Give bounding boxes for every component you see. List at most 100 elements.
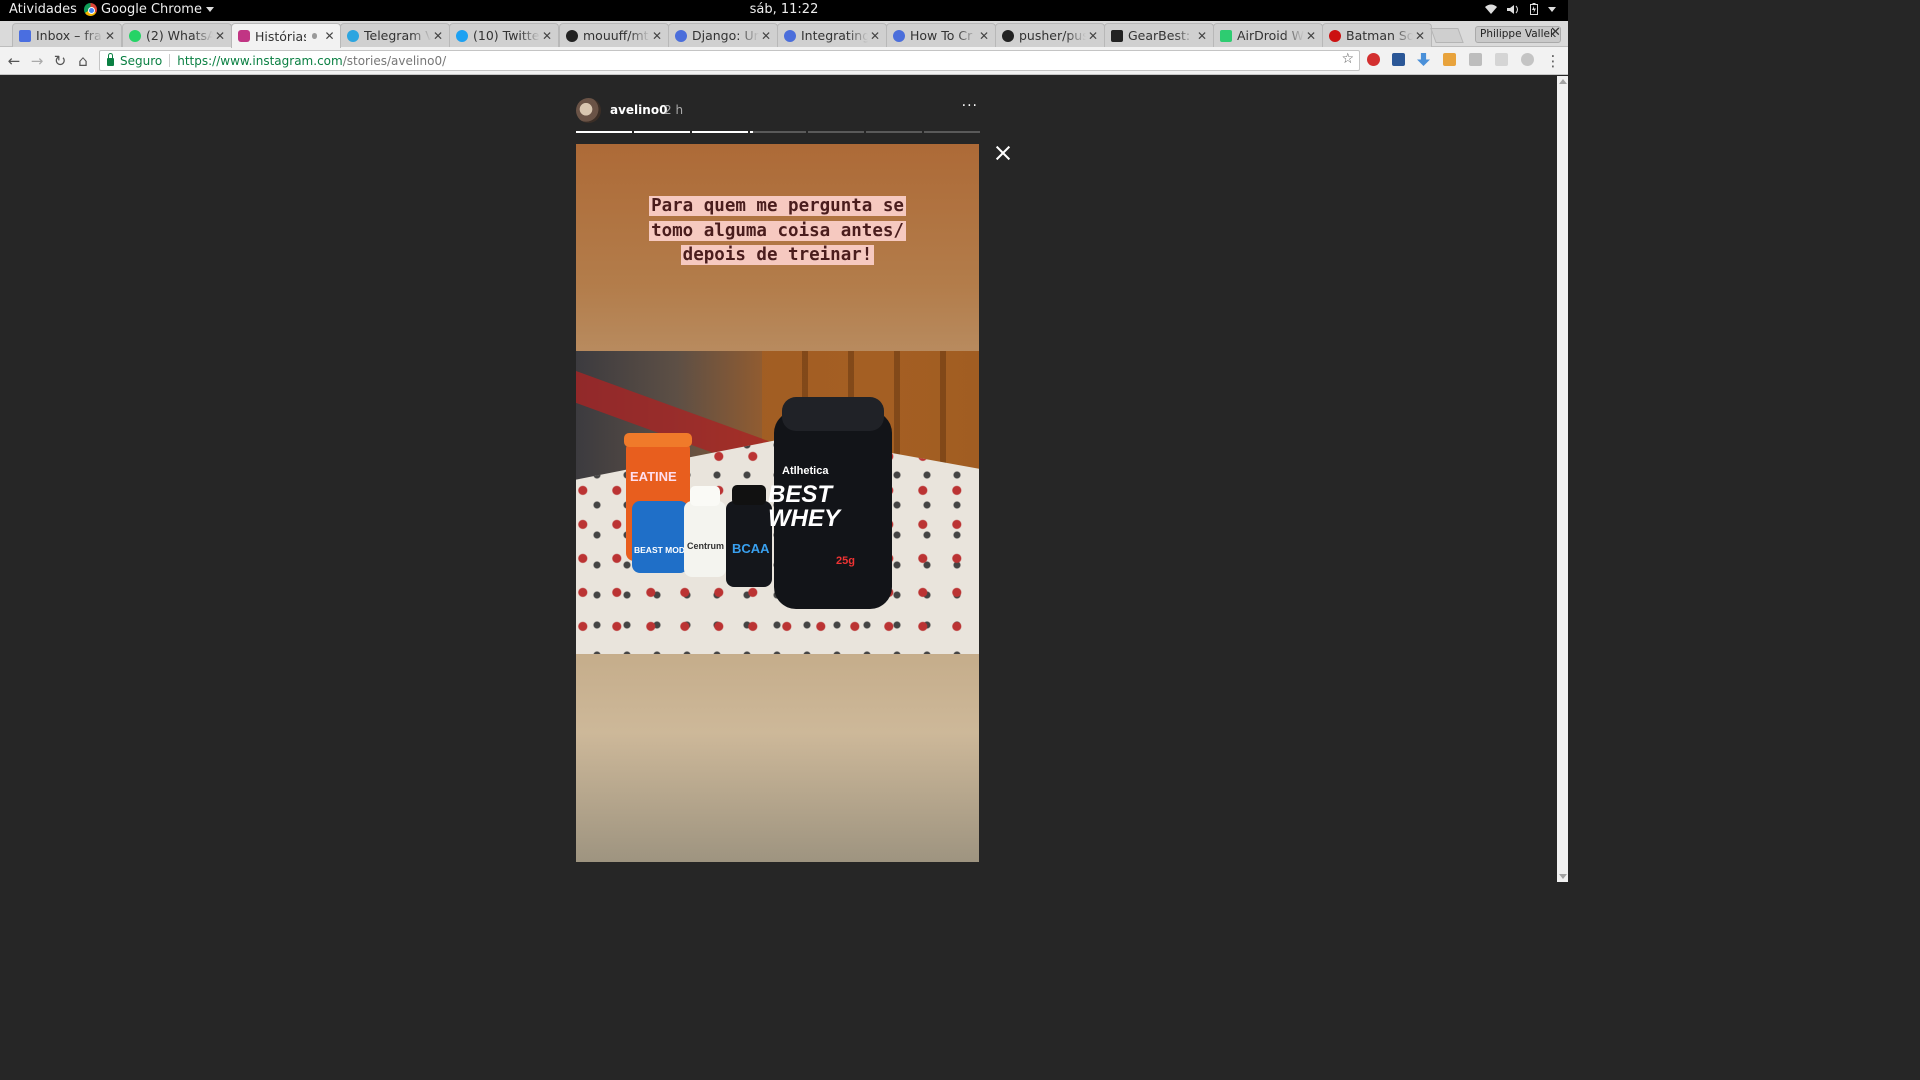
tab-strip: Inbox – fra ✕ (2) WhatsA ✕ Histórias ✕ T… [0,21,1568,48]
address-bar[interactable]: Seguro https://www.instagram.com/stories… [99,50,1360,71]
caption-line: depois de treinar! [680,245,875,265]
app-menu[interactable]: Google Chrome [84,2,214,17]
centrum-bottle: Centrum [684,501,726,577]
story-progress-fill [634,131,690,133]
secure-label: Seguro [120,53,163,68]
close-tab-icon[interactable]: ✕ [1086,29,1100,43]
tab-title: How To Cr [910,28,973,43]
story-header: avelino0 2 h ··· [576,98,980,123]
story-progress-fill [692,131,748,133]
activities-button[interactable]: Atividades [9,2,77,17]
tab[interactable]: GearBest: ✕ [1104,23,1214,47]
system-tray[interactable] [1485,3,1556,15]
reload-icon[interactable]: ↻ [51,52,69,70]
tab-title: GearBest: [1128,28,1191,43]
page-scrollbar[interactable] [1557,76,1568,882]
tab-title: AirDroid W [1237,28,1304,43]
bcaa-bottle: BCAA [726,501,772,587]
close-tab-icon[interactable]: ✕ [1413,29,1427,43]
tab[interactable]: Batman So ✕ [1322,23,1432,47]
close-tab-icon[interactable]: ✕ [103,29,117,43]
key-extension-icon[interactable] [1443,53,1456,66]
back-arrow-icon[interactable]: ← [5,52,23,70]
loading-spinner-icon [675,29,687,42]
close-tab-icon[interactable]: ✕ [1195,29,1209,43]
wifi-icon [1485,4,1497,14]
story-time: 2 h [664,103,684,117]
close-tab-icon[interactable]: ✕ [759,29,773,43]
bcaa-label: BCAA [732,541,770,556]
tab[interactable]: Inbox – fra ✕ [12,23,122,47]
react-devtools-extension-icon[interactable] [1392,53,1405,66]
lock-icon [107,53,114,66]
story-progress-segment [750,131,806,133]
story-caption: Para quem me pergunta se tomo alguma coi… [576,194,979,268]
telegram-icon [347,29,359,42]
tab-title: (2) WhatsA [146,28,213,43]
atlhetica-label: Atlhetica [782,465,829,477]
scroll-up-icon[interactable] [1559,79,1567,84]
extension-icon[interactable] [1495,53,1508,66]
tab[interactable]: pusher/pus ✕ [995,23,1105,47]
story-progress-segment [692,131,748,133]
new-tab-button[interactable] [1430,28,1464,43]
clock[interactable]: sáb, 11:22 [750,2,819,17]
more-options-icon[interactable]: ··· [962,98,978,114]
tab-title: Histórias [255,28,306,44]
beast-mode-jar: BEAST MODE [632,501,691,573]
close-tab-icon[interactable]: ✕ [213,29,227,43]
tab[interactable]: (2) WhatsA ✕ [122,23,232,47]
window-close-icon[interactable]: ✕ [1550,25,1561,40]
tab[interactable]: AirDroid W ✕ [1213,23,1323,47]
close-tab-icon[interactable]: ✕ [868,29,882,43]
close-tab-icon[interactable]: ✕ [540,29,554,43]
download-extension-icon[interactable] [1417,53,1430,66]
supplements-photo: EATINE BEAST MODE Centrum BCAA Atlhetica… [576,351,979,654]
avatar[interactable] [576,98,601,123]
tab[interactable]: How To Cr ✕ [886,23,996,47]
home-icon[interactable]: ⌂ [74,52,92,70]
extension-icon[interactable] [1469,53,1482,66]
scroll-down-icon[interactable] [1559,874,1567,879]
close-tab-icon[interactable]: ✕ [323,29,336,43]
tab-title: Integrating [801,28,868,43]
story-progress-segment [866,131,922,133]
tab[interactable]: mouuff/mt ✕ [559,23,669,47]
inbox-icon [19,29,31,42]
recording-dot-icon [311,33,318,39]
omnibox-separator [169,54,171,67]
tab[interactable]: Telegram V ✕ [340,23,450,47]
extension-icon[interactable] [1521,53,1534,66]
system-top-bar: Atividades Google Chrome sáb, 11:22 [0,0,1568,21]
story-media[interactable]: Para quem me pergunta se tomo alguma coi… [576,144,979,862]
bookmark-star-icon[interactable]: ☆ [1341,51,1354,67]
github-icon [566,29,578,42]
gearbest-icon [1111,29,1123,42]
close-tab-icon[interactable]: ✕ [977,29,991,43]
tab-title: (10) Twitte [473,28,540,43]
caption-line: tomo alguma coisa antes/ [649,220,906,241]
battery-icon [1530,3,1538,15]
batman-icon [1329,29,1341,42]
tab[interactable]: Django: Ur ✕ [668,23,778,47]
tab-active[interactable]: Histórias ✕ [231,23,341,48]
tab[interactable]: Integrating ✕ [777,23,887,47]
menu-kebab-icon[interactable]: ⋮ [1544,52,1562,70]
adblock-extension-icon[interactable] [1367,53,1380,66]
close-story-icon[interactable] [995,145,1011,161]
close-tab-icon[interactable]: ✕ [650,29,664,43]
story-username[interactable]: avelino0 [610,103,667,117]
profile-button[interactable]: Philippe Vallek [1475,26,1562,43]
close-tab-icon[interactable]: ✕ [1304,29,1318,43]
creatine-lid [624,433,692,447]
loading-spinner-icon [893,29,905,42]
tab-title: Django: Ur [692,28,759,43]
tab-title: Inbox – fra [36,28,102,43]
forward-arrow-icon[interactable]: → [28,52,46,70]
centrum-label: Centrum [687,541,725,551]
airdroid-icon [1220,29,1232,42]
twitter-icon [456,29,468,42]
creatine-label: EATINE [630,469,677,484]
close-tab-icon[interactable]: ✕ [431,29,445,43]
tab[interactable]: (10) Twitte ✕ [449,23,559,47]
